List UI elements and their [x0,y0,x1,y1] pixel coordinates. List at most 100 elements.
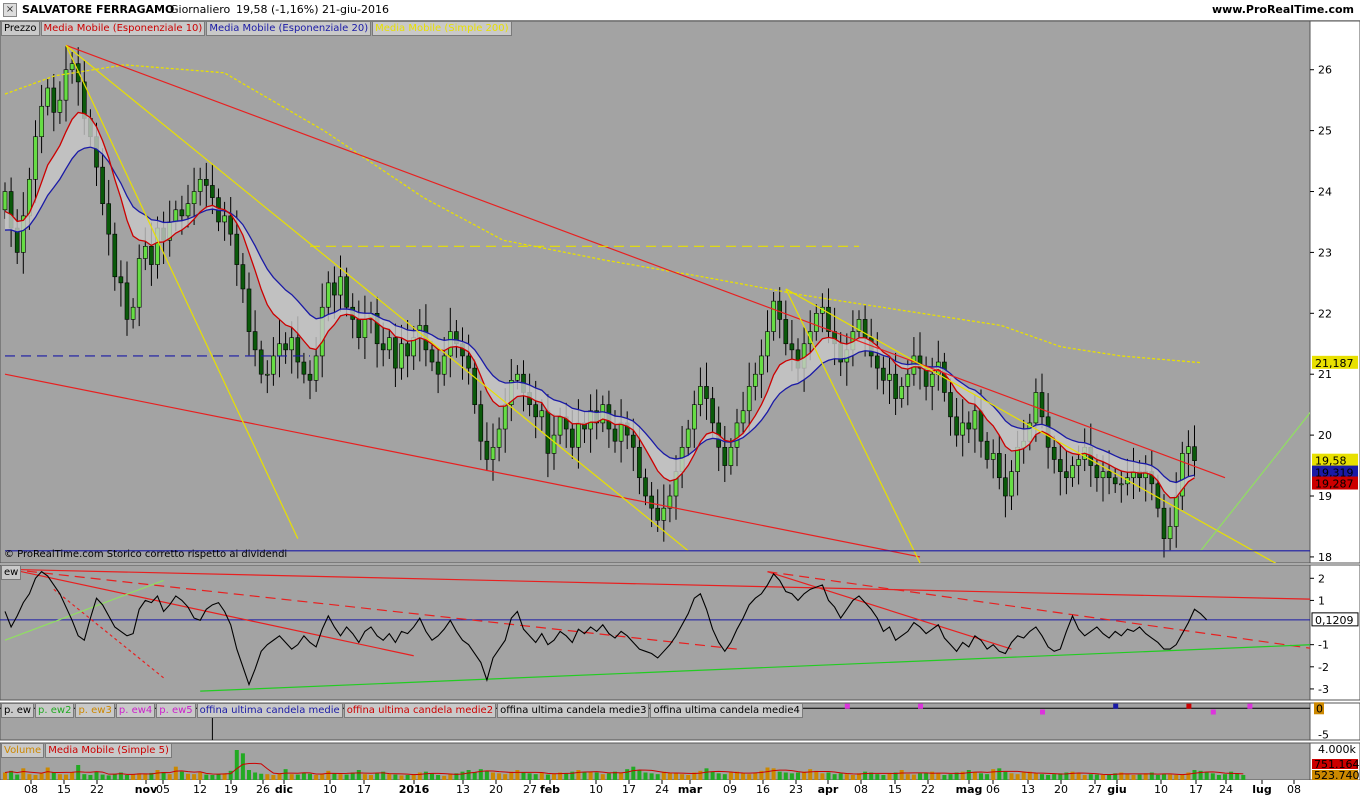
date-label: 10 [589,783,603,796]
candle-body [1064,471,1069,479]
date-label: 10 [323,783,337,796]
volume-bar [484,770,489,780]
volume-bar [1033,773,1038,780]
legend-price-item-3[interactable]: Media Mobile (Simple 200) [372,21,512,36]
volume-bar [1125,774,1130,780]
volume-bar [82,774,87,780]
candle-body [612,428,618,442]
date-label: mag [956,783,983,796]
volume-bar [466,770,471,780]
date-label: 26 [256,783,270,796]
volume-bar [27,774,32,780]
volume-bar [417,772,422,780]
candle-body [569,428,575,448]
candle-body [826,306,831,332]
candle-body [1167,526,1173,539]
legend-price-item-1[interactable]: Media Mobile (Esponenziale 10) [40,21,206,36]
candle-body [57,99,63,113]
pew-marker [1210,709,1216,715]
volume-bar [905,774,910,780]
legend-ew-item-0[interactable]: ew [1,565,22,580]
candle-body [734,422,740,448]
volume-bar [1137,774,1142,780]
legend-pew-item-7[interactable]: offina ultima candela medie3 [497,703,650,718]
candle-body [393,337,398,369]
candle-body [301,361,307,375]
volume-bar [747,774,752,780]
legend-pew-item-4[interactable]: p. ew5 [156,703,196,718]
volume-bar [387,774,392,780]
candle-body [264,373,270,376]
volume-bar [125,775,129,780]
candle-body [344,276,349,308]
volume-bar [1052,774,1057,780]
candle-body [777,300,783,320]
volume-bar [918,773,922,780]
volume-bar [979,773,983,780]
legend-volume-item-1[interactable]: Media Mobile (Simple 5) [45,743,172,758]
volume-bar [686,775,691,780]
volume-bar [100,774,105,780]
legend-pew-item-2[interactable]: p. ew3 [75,703,115,718]
volume-bar [155,770,160,780]
volume-bar [1003,771,1008,780]
volume-bar [393,774,398,780]
volume-bar [216,774,221,780]
date-label: 22 [921,783,935,796]
legend-pew-item-5[interactable]: offina ultima candela medie [196,703,343,718]
volume-bar [728,772,733,780]
price-label-text: 19,287 [1315,478,1354,491]
volume-bar [94,771,99,780]
volume-bar [1131,775,1136,780]
candle-body [295,337,301,363]
volume-bar [33,775,38,780]
legend-pew-item-6[interactable]: offina ultima candela medie2 [343,703,497,718]
candle-body [557,416,563,436]
legend-pew-item-1[interactable]: p. ew2 [35,703,75,718]
volume-bar [131,774,136,780]
volume-bar [1223,774,1227,780]
date-label: apr [818,783,839,796]
legend-pew-item-8[interactable]: offina ultima candela medie4 [650,703,803,718]
volume-bar [45,767,50,780]
price-tick-label: 24 [1318,186,1332,199]
candle-body [307,373,313,381]
volume-bar [844,774,849,780]
volume-bar [338,774,343,780]
candle-body [124,282,130,320]
volume-bar [362,774,367,780]
volume-bar [210,775,215,780]
volume-bar [88,775,93,780]
volume-bar [320,774,325,780]
pew-value-text: 0 [1316,702,1323,715]
volume-bar [942,775,947,780]
ew-legend: ew [1,565,22,580]
volume-bar [802,771,807,780]
candle-body [984,440,990,460]
legend-pew-item-3[interactable]: p. ew4 [115,703,156,718]
volume-bar [1216,775,1221,780]
volume-bar [972,772,977,780]
date-label: 20 [1054,783,1068,796]
candle-body [356,319,362,338]
legend-price-item-0[interactable]: Prezzo [1,21,40,36]
volume-bar [552,774,556,780]
legend-price-item-2[interactable]: Media Mobile (Esponenziale 20) [206,21,372,36]
legend-volume-item-0[interactable]: Volume [1,743,45,758]
candle-body [862,319,868,338]
volume-bar [39,773,44,780]
candle-body [954,416,959,436]
candle-body [1112,477,1118,485]
volume-bar [881,775,886,780]
candle-body [978,410,984,442]
legend-pew-item-0[interactable]: p. ew [1,703,35,718]
volume-bar [295,774,300,780]
pew-legend: p. ew p. ew2 p. ew3 p. ew4 p. ew5 offina ulti… [1,703,804,718]
date-label: 23 [789,783,803,796]
ew-tick-label: -2 [1318,661,1329,674]
volume-bar [820,773,825,780]
candle-body [338,276,343,296]
candle-body [380,343,386,351]
candle-body [185,203,191,217]
volume-bar [838,773,843,780]
